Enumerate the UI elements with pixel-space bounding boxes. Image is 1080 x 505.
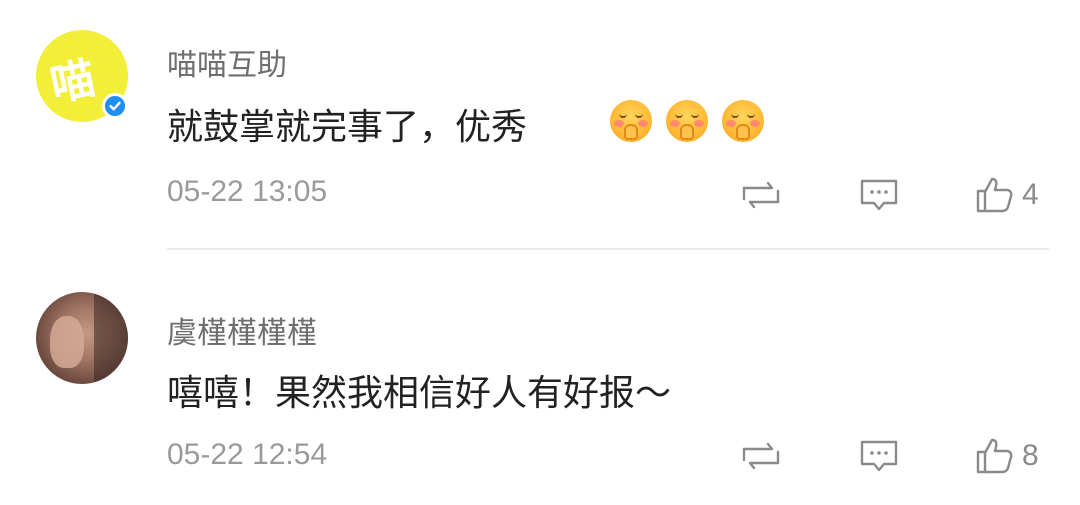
comment-icon (860, 179, 898, 211)
comment-text: 就鼓掌就完事了，优秀 (167, 107, 528, 148)
comment-item: 虞槿槿槿槿 嘻嘻！果然我相信好人有好报～ 05-22 12:54 8 (0, 252, 1080, 505)
thumbs-up-icon (976, 438, 1013, 474)
face-with-hands-emoji-icon (666, 100, 708, 142)
username[interactable]: 喵喵互助 (167, 40, 287, 84)
emoji-group (610, 100, 764, 142)
avatar-image (36, 292, 128, 384)
like-count: 8 (1022, 439, 1039, 472)
comment-item: 喵 喵喵互助 就鼓掌就完事了，优秀 05-22 13:05 4 (0, 0, 1080, 250)
like-button[interactable]: 4 (974, 175, 1039, 215)
reply-button[interactable] (858, 175, 900, 215)
reply-button[interactable] (858, 436, 900, 476)
avatar[interactable] (36, 292, 128, 384)
username[interactable]: 虞槿槿槿槿 (167, 308, 317, 352)
avatar-text: 喵 (46, 53, 98, 112)
repost-button[interactable] (738, 175, 784, 215)
comment-icon (860, 440, 898, 472)
like-count: 4 (1022, 178, 1039, 211)
comment-text: 嘻嘻！果然我相信好人有好报～ (167, 373, 672, 414)
verified-badge-icon (102, 93, 128, 119)
divider (167, 248, 1049, 250)
avatar[interactable]: 喵 (36, 30, 128, 122)
face-with-hands-emoji-icon (722, 100, 764, 142)
repost-icon (742, 442, 780, 470)
thumbs-up-icon (976, 177, 1013, 213)
like-button[interactable]: 8 (974, 436, 1039, 476)
comment-timestamp: 05-22 12:54 (167, 438, 328, 471)
comment-timestamp: 05-22 13:05 (167, 175, 328, 208)
repost-icon (742, 181, 780, 209)
face-with-hands-emoji-icon (610, 100, 652, 142)
repost-button[interactable] (738, 436, 784, 476)
